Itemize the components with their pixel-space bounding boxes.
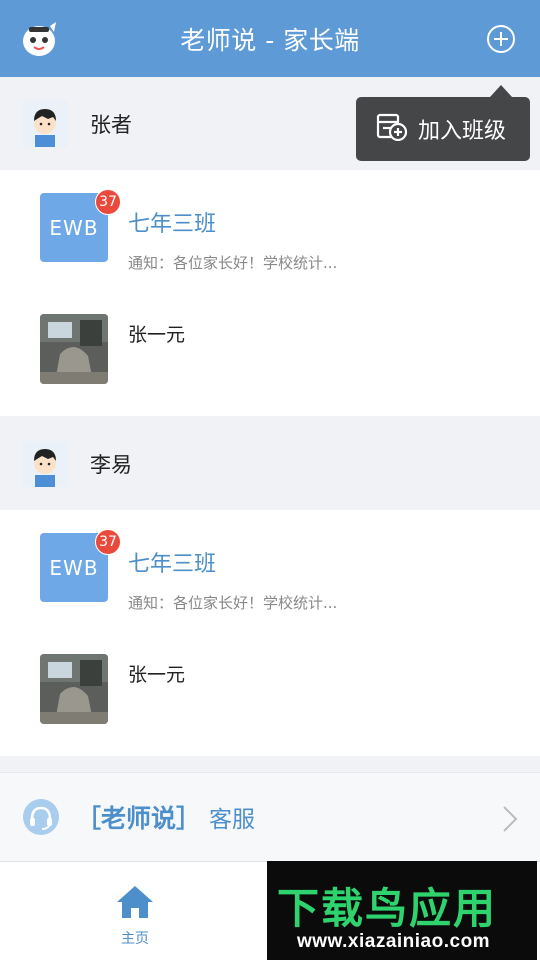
tab-home[interactable]: 主页 xyxy=(96,862,174,960)
class-card: EWB 七年三班 通知：各位家长好！学校统计... 张一元 xyxy=(0,170,540,416)
tab-home-label: 主页 xyxy=(121,931,149,947)
class-notice: 通知：各位家长好！学校统计... xyxy=(128,594,338,612)
list-item[interactable]: 张一元 xyxy=(0,630,540,740)
list-item[interactable]: EWB 七年三班 通知：各位家长好！学校统计... xyxy=(0,170,540,280)
customer-service-row[interactable]: ［老师说］ 客服 xyxy=(0,772,540,861)
child-name: 张者 xyxy=(90,112,132,137)
headset-icon xyxy=(22,798,60,836)
member-photo xyxy=(40,654,108,724)
member-photo xyxy=(40,314,108,384)
service-brand: ［老师说］ xyxy=(76,804,202,833)
class-name: 七年三班 xyxy=(128,212,217,237)
watermark: 下载鸟应用 www.xiazainiao.com xyxy=(267,861,537,960)
service-label: 客服 xyxy=(209,807,256,833)
page-title: 老师说 - 家长端 xyxy=(180,25,360,55)
home-icon xyxy=(117,886,153,918)
add-class-icon xyxy=(376,113,408,145)
child-name: 李易 xyxy=(90,452,132,477)
class-notice: 通知：各位家长好！学校统计... xyxy=(128,254,338,272)
watermark-url: www.xiazainiao.com xyxy=(297,931,491,952)
child-avatar-icon xyxy=(22,100,68,147)
app-mascot-icon[interactable] xyxy=(20,20,58,58)
join-class-popup[interactable]: 加入班级 xyxy=(356,85,530,161)
list-item[interactable]: EWB 七年三班 通知：各位家长好！学校统计... xyxy=(0,510,540,620)
app-header: 老师说 - 家长端 xyxy=(0,0,540,77)
watermark-title: 下载鸟应用 xyxy=(277,884,498,933)
child-avatar-icon xyxy=(22,440,68,487)
list-item[interactable]: 张一元 xyxy=(0,290,540,400)
member-name: 张一元 xyxy=(128,664,186,686)
member-name: 张一元 xyxy=(128,324,186,346)
class-name: 七年三班 xyxy=(128,552,217,577)
join-class-label: 加入班级 xyxy=(418,119,507,144)
chevron-right-icon xyxy=(502,805,518,833)
child-header[interactable]: 李易 xyxy=(0,417,540,510)
unread-badge: 37 xyxy=(95,529,121,555)
plus-circle-icon[interactable] xyxy=(486,24,516,54)
class-card: EWB 七年三班 通知：各位家长好！学校统计... 张一元 xyxy=(0,510,540,756)
unread-badge: 37 xyxy=(95,189,121,215)
